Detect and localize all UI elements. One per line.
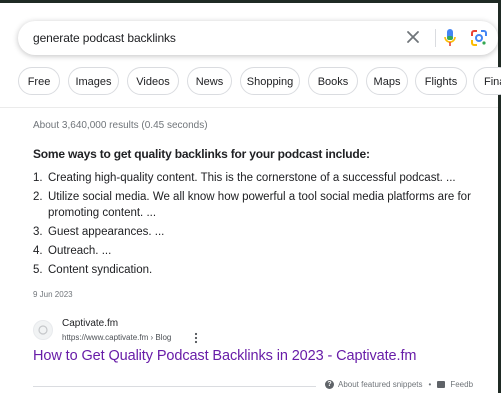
result-title-link[interactable]: How to Get Quality Podcast Backlinks in … bbox=[33, 348, 416, 364]
more-options-icon[interactable] bbox=[192, 332, 200, 344]
clear-icon[interactable] bbox=[405, 29, 421, 45]
chip-videos[interactable]: Videos bbox=[127, 67, 179, 95]
chip-news[interactable]: News bbox=[187, 67, 232, 95]
chip-free[interactable]: Free bbox=[18, 67, 60, 95]
about-featured-snippets-link[interactable]: About featured snippets bbox=[338, 380, 423, 389]
chip-finance[interactable]: Fina bbox=[473, 67, 501, 95]
snippet-date: 9 Jun 2023 bbox=[33, 290, 73, 299]
footer-separator: • bbox=[428, 380, 432, 389]
help-icon: ? bbox=[325, 380, 334, 390]
chip-books[interactable]: Books bbox=[308, 67, 358, 95]
search-filter-chips: Free Images Videos News Shopping Books M… bbox=[18, 67, 501, 97]
list-item-number: 5. bbox=[33, 264, 43, 276]
site-favicon[interactable] bbox=[33, 320, 53, 340]
feedback-link[interactable]: Feedb bbox=[450, 380, 473, 389]
list-item-number: 2. bbox=[33, 191, 43, 203]
snippet-footer: ? About featured snippets • Feedb bbox=[325, 380, 473, 390]
footer-divider bbox=[33, 386, 316, 387]
list-item-text: Content syndication. bbox=[48, 264, 153, 276]
site-name[interactable]: Captivate.fm bbox=[62, 318, 118, 329]
microphone-icon[interactable] bbox=[443, 28, 457, 48]
chip-images[interactable]: Images bbox=[68, 67, 119, 95]
feedback-icon bbox=[437, 381, 446, 389]
globe-icon bbox=[38, 325, 48, 335]
result-stats: About 3,640,000 results (0.45 seconds) bbox=[33, 120, 208, 131]
list-item-text: Creating high-quality content. This is t… bbox=[48, 172, 456, 184]
chip-shopping[interactable]: Shopping bbox=[240, 67, 300, 95]
featured-snippet-heading: Some ways to get quality backlinks for y… bbox=[33, 147, 370, 161]
chip-flights[interactable]: Flights bbox=[415, 67, 467, 95]
list-item-number: 3. bbox=[33, 226, 43, 238]
header-divider bbox=[0, 107, 498, 108]
site-url[interactable]: https://www.captivate.fm › Blog bbox=[62, 333, 171, 342]
list-item-text: Guest appearances. ... bbox=[48, 226, 165, 238]
list-item-number: 1. bbox=[33, 172, 43, 184]
google-lens-icon[interactable] bbox=[470, 29, 488, 47]
list-item-text: Outreach. ... bbox=[48, 245, 112, 257]
search-input[interactable]: generate podcast backlinks bbox=[33, 31, 176, 45]
search-divider bbox=[435, 29, 436, 47]
window-top-border bbox=[0, 0, 501, 3]
search-box[interactable]: generate podcast backlinks bbox=[18, 21, 498, 55]
list-item-text: promoting content. ... bbox=[48, 207, 157, 219]
list-item-number: 4. bbox=[33, 245, 43, 257]
list-item-text: Utilize social media. We all know how po… bbox=[48, 191, 471, 203]
chip-maps[interactable]: Maps bbox=[366, 67, 408, 95]
